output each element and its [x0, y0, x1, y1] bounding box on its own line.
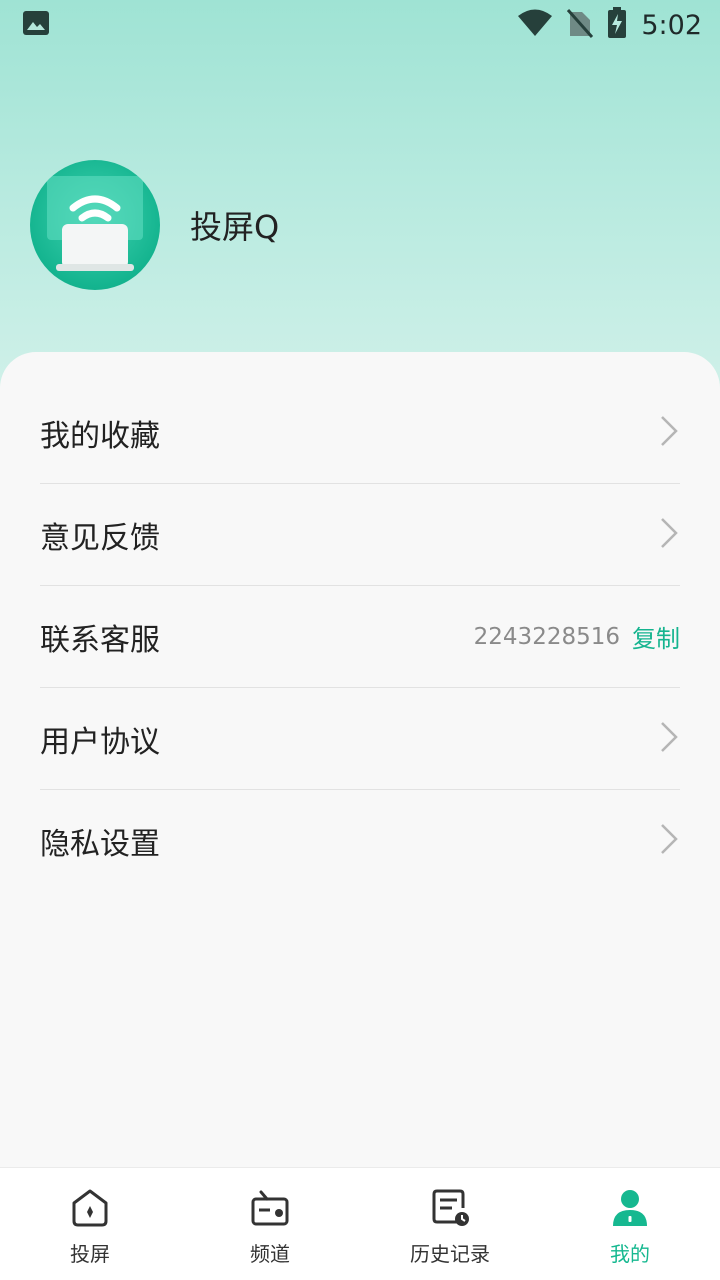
- bottom-tab-bar: 投屏 频道 历史记录 我的: [0, 1167, 720, 1280]
- history-icon: [430, 1188, 470, 1232]
- menu-item-label: 联系客服: [40, 622, 160, 658]
- no-sim-icon: [567, 8, 594, 42]
- settings-card: 我的收藏 意见反馈 联系客服 2243228516 复制 用户协议 隐私设置: [0, 352, 720, 1167]
- status-bar: 5:02: [0, 0, 720, 50]
- chevron-right-icon: [658, 414, 680, 452]
- wifi-icon: [517, 9, 553, 41]
- chevron-right-icon: [658, 720, 680, 758]
- customer-service-number: 2243228516: [473, 623, 620, 650]
- menu-item-user-agreement[interactable]: 用户协议: [40, 688, 680, 790]
- status-time: 5:02: [641, 9, 702, 41]
- menu-item-customer-service: 联系客服 2243228516 复制: [40, 586, 680, 688]
- tab-cast[interactable]: 投屏: [0, 1168, 180, 1280]
- home-icon: [70, 1188, 110, 1232]
- tab-channel[interactable]: 频道: [180, 1168, 360, 1280]
- menu-item-feedback[interactable]: 意见反馈: [40, 484, 680, 586]
- profile-header: 投屏Q: [30, 160, 279, 290]
- person-icon: [610, 1188, 650, 1232]
- battery-charging-icon: [607, 7, 627, 43]
- chevron-right-icon: [658, 822, 680, 860]
- settings-menu: 我的收藏 意见反馈 联系客服 2243228516 复制 用户协议 隐私设置: [40, 382, 680, 892]
- menu-item-favorites[interactable]: 我的收藏: [40, 382, 680, 484]
- radio-icon: [250, 1188, 290, 1232]
- app-logo-avatar: [30, 160, 160, 290]
- tab-label: 历史记录: [410, 1242, 490, 1266]
- chevron-right-icon: [658, 516, 680, 554]
- tab-label: 频道: [250, 1242, 290, 1266]
- gallery-notification-icon: [22, 10, 50, 40]
- menu-item-label: 我的收藏: [40, 418, 160, 454]
- menu-item-privacy-settings[interactable]: 隐私设置: [40, 790, 680, 892]
- menu-item-label: 用户协议: [40, 724, 160, 760]
- tab-mine[interactable]: 我的: [540, 1168, 720, 1280]
- tab-label: 我的: [610, 1242, 650, 1266]
- copy-button[interactable]: 复制: [632, 619, 680, 654]
- tab-label: 投屏: [70, 1242, 110, 1266]
- app-name: 投屏Q: [190, 208, 280, 246]
- menu-item-label: 隐私设置: [40, 827, 160, 862]
- cast-screen-icon: [47, 176, 143, 271]
- menu-item-label: 意见反馈: [40, 520, 160, 556]
- tab-history[interactable]: 历史记录: [360, 1168, 540, 1280]
